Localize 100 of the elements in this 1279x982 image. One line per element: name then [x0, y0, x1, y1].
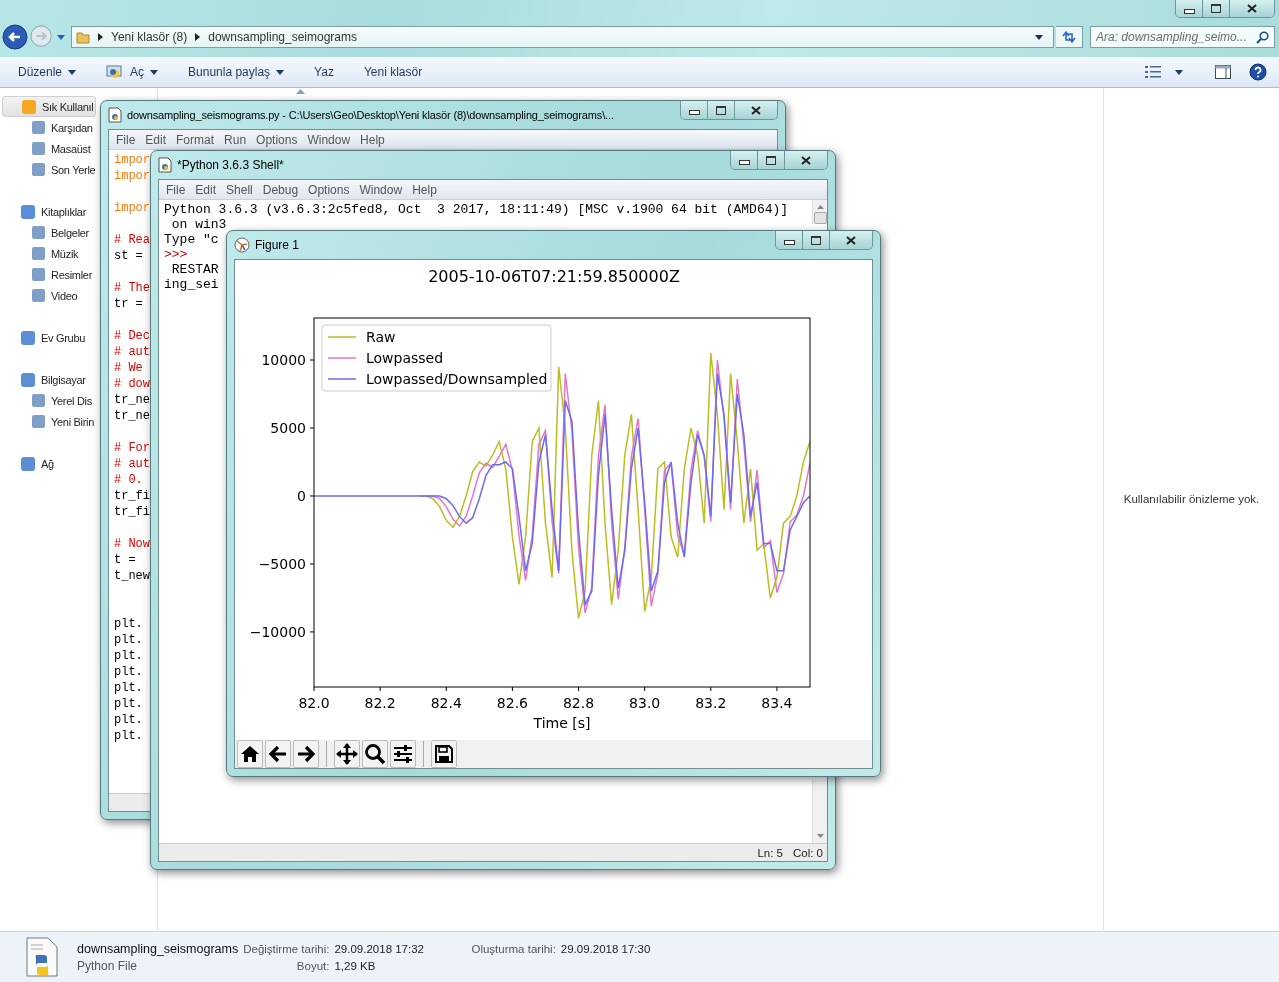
- nav-item[interactable]: Ev Grubu: [0, 327, 86, 348]
- tick-mark: [309, 631, 315, 633]
- minimize-button[interactable]: [731, 151, 758, 169]
- minimize-button[interactable]: [1176, 0, 1203, 17]
- close-icon: [751, 105, 761, 115]
- view-options-icon[interactable]: [1145, 66, 1161, 78]
- tick-mark: [309, 495, 315, 497]
- console-line: Type "c: [164, 232, 219, 247]
- sort-arrow-icon: [296, 89, 305, 94]
- console-line: Python 3.6.3 (v3.6.3:2c5fed8, Oct 3 2017, 18:11:49) [MSC v.1900 64 bit (AMD64)]: [164, 202, 789, 217]
- nav-item[interactable]: Kitaplıklar: [0, 201, 86, 222]
- tick-label: 0: [297, 487, 306, 504]
- tick-mark: [445, 686, 447, 692]
- maximize-button[interactable]: [708, 101, 735, 119]
- code-line: # For: [114, 441, 150, 455]
- code-line: # 0.: [114, 473, 143, 487]
- minimize-button[interactable]: [681, 101, 708, 119]
- maximize-button[interactable]: [803, 231, 830, 249]
- toolbar-button[interactable]: Aç: [96, 61, 169, 83]
- save-button[interactable]: [431, 740, 457, 768]
- search-field[interactable]: Ara: downsampling_seimo...: [1090, 26, 1275, 48]
- menu-item[interactable]: Options: [303, 182, 355, 197]
- menu-item[interactable]: Window: [302, 132, 356, 147]
- legend-label: Lowpassed: [366, 350, 444, 366]
- scroll-up-icon[interactable]: [816, 205, 824, 209]
- menu-item[interactable]: Edit: [190, 182, 222, 197]
- menu-item[interactable]: Edit: [140, 132, 172, 147]
- nav-item[interactable]: Masaüst: [0, 138, 91, 159]
- minimize-button[interactable]: [776, 231, 803, 249]
- refresh-button[interactable]: [1056, 26, 1083, 48]
- menu-item[interactable]: Format: [171, 132, 220, 147]
- nav-item[interactable]: Video: [0, 285, 78, 306]
- tick-label: −5000: [258, 555, 306, 572]
- menu-item[interactable]: Options: [251, 132, 303, 147]
- scrollbar-thumb[interactable]: [813, 212, 827, 224]
- menu-item[interactable]: Run: [219, 132, 252, 147]
- close-button[interactable]: [785, 151, 827, 169]
- file-type: Python File: [77, 958, 139, 973]
- nav-item[interactable]: Son Yerle: [0, 159, 96, 180]
- toolbar-button[interactable]: Düzenle: [8, 62, 87, 82]
- nav-item[interactable]: Karşıdan: [0, 117, 93, 138]
- close-button[interactable]: [735, 101, 777, 119]
- breadcrumb[interactable]: Yeni klasör (8): [111, 30, 188, 44]
- nav-item[interactable]: Resimler: [0, 264, 92, 285]
- close-button[interactable]: [830, 231, 872, 249]
- tick-label: 83.4: [761, 695, 793, 711]
- window-title: Figure 1: [255, 238, 300, 252]
- nav-item[interactable]: Belgeler: [0, 222, 89, 243]
- nav-item[interactable]: Bilgisayar: [0, 369, 86, 390]
- detail-value: 1,29 KB: [334, 959, 377, 972]
- toolbar-button[interactable]: Yeni klasör: [353, 62, 433, 82]
- back-button[interactable]: [265, 740, 291, 768]
- folder-icon: [76, 30, 90, 44]
- scrollbar-track[interactable]: [812, 780, 827, 843]
- caret-icon: [150, 69, 159, 75]
- menu-item[interactable]: Debug: [257, 182, 304, 197]
- legend-label: Lowpassed/Downsampled: [366, 371, 548, 387]
- code-line: impor: [114, 169, 150, 183]
- nav-item[interactable]: Müzik: [0, 243, 79, 264]
- tick-mark: [511, 686, 513, 692]
- help-icon[interactable]: [1249, 63, 1267, 81]
- nav-item[interactable]: Yeni Birin: [0, 411, 95, 432]
- tick-mark: [313, 686, 315, 692]
- code-line: # Rea: [114, 233, 150, 247]
- scroll-down-icon[interactable]: [816, 834, 824, 838]
- back-button[interactable]: [2, 24, 28, 50]
- menu-item[interactable]: Window: [354, 182, 408, 197]
- configure-button[interactable]: [390, 740, 416, 768]
- refresh-icon: [1061, 30, 1077, 44]
- maximize-button[interactable]: [758, 151, 785, 169]
- chevron-icon: [98, 33, 103, 41]
- maximize-button[interactable]: [1203, 0, 1230, 17]
- nav-item[interactable]: Sık Kullanıl: [2, 96, 97, 117]
- nav-item[interactable]: Ağ: [0, 453, 54, 474]
- code-line: plt.: [114, 617, 143, 631]
- scrollbar[interactable]: [812, 200, 827, 224]
- tick-label: 5000: [270, 420, 306, 436]
- preview-pane-icon[interactable]: [1215, 65, 1231, 79]
- toolbar-button[interactable]: Bununla paylaş: [178, 62, 295, 82]
- caret-icon[interactable]: [1175, 69, 1183, 75]
- menu-item[interactable]: File: [161, 182, 191, 197]
- idle-file-icon: [108, 107, 122, 123]
- breadcrumb[interactable]: downsampling_seimograms: [208, 30, 357, 44]
- nav-item[interactable]: Yerel Dis: [0, 390, 92, 411]
- menu-item[interactable]: File: [111, 132, 141, 147]
- home-button[interactable]: [237, 740, 263, 768]
- address-bar[interactable]: Yeni klasör (8) downsampling_seimograms: [71, 26, 1054, 48]
- forward-button[interactable]: [293, 740, 319, 768]
- idle-file-icon: [158, 157, 172, 173]
- zoom-button[interactable]: [362, 740, 388, 768]
- menu-item[interactable]: Help: [407, 182, 442, 197]
- menu-item[interactable]: Shell: [221, 182, 258, 197]
- caret-icon[interactable]: [1035, 34, 1043, 40]
- window-title: *Python 3.6.3 Shell*: [177, 158, 284, 172]
- menu-item[interactable]: Help: [355, 132, 390, 147]
- close-button[interactable]: [1230, 0, 1274, 17]
- code-line: impor: [114, 201, 150, 215]
- code-line: tr_ne: [114, 409, 150, 423]
- pan-button[interactable]: [334, 740, 360, 768]
- toolbar-button[interactable]: Yaz: [304, 62, 344, 82]
